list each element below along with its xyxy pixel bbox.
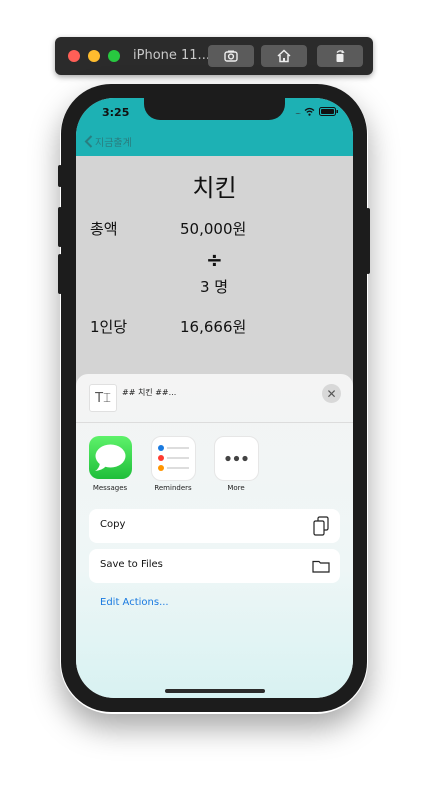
share-app-reminders-label: Reminders [154, 484, 192, 492]
rotate-icon [336, 50, 345, 62]
copy-icon [313, 516, 329, 536]
rotate-button[interactable] [317, 45, 363, 67]
close-window-button[interactable] [68, 50, 80, 62]
battery-icon [319, 107, 338, 116]
reminders-icon [158, 445, 189, 471]
share-app-more-label: More [227, 484, 245, 492]
close-share-sheet-button[interactable]: ✕ [322, 384, 341, 403]
simulator-title: iPhone 11... [133, 48, 210, 63]
home-icon [277, 49, 291, 63]
share-sheet-header: T⌶ ## 치킨 ##... ✕ [76, 374, 353, 423]
screenshot-button[interactable] [208, 45, 254, 67]
divide-symbol: ÷ [206, 248, 223, 272]
status-icons: .... [295, 107, 339, 116]
home-indicator[interactable] [165, 689, 265, 693]
back-button[interactable]: 지금출계 [84, 134, 132, 149]
text-document-icon: T⌶ [89, 384, 117, 412]
close-icon: ✕ [326, 386, 337, 401]
edit-actions-link[interactable]: Edit Actions... [100, 597, 169, 608]
share-sheet: T⌶ ## 치킨 ##... ✕ Messages Reminders More… [76, 374, 353, 698]
total-label: 총액 [90, 220, 118, 238]
people-count: 3 명 [200, 278, 229, 296]
share-app-messages[interactable] [89, 436, 132, 479]
copy-action-label: Copy [100, 519, 126, 530]
share-app-reminders[interactable] [151, 436, 196, 481]
zoom-window-button[interactable] [108, 50, 120, 62]
back-label: 지금출계 [95, 138, 132, 149]
share-app-messages-label: Messages [92, 484, 128, 492]
per-person-label: 1인당 [90, 318, 128, 336]
item-title: 치킨 [192, 174, 237, 202]
screenshot-icon [224, 50, 238, 62]
navigation-bar: 지금출계 [76, 128, 353, 156]
total-value: 50,000원 [180, 220, 247, 238]
folder-icon [312, 560, 330, 573]
signal-icon: .... [295, 107, 301, 116]
result-content: 치킨 총액 50,000원 ÷ 3 명 1인당 16,666원 [76, 156, 353, 376]
volume-down-button [58, 254, 62, 294]
more-icon [225, 455, 248, 462]
home-button[interactable] [261, 45, 307, 67]
save-to-files-action[interactable]: Save to Files [89, 549, 340, 583]
chevron-left-icon [84, 135, 93, 148]
save-to-files-label: Save to Files [100, 559, 163, 570]
per-person-value: 16,666원 [180, 318, 247, 336]
shared-text-preview: ## 치킨 ##... [122, 388, 177, 397]
notch [144, 98, 285, 120]
wifi-icon [304, 107, 315, 116]
messages-icon [95, 444, 126, 471]
power-button [366, 208, 370, 274]
volume-up-button [58, 207, 62, 247]
share-app-more[interactable] [214, 436, 259, 481]
mute-switch [58, 165, 62, 187]
phone-screen: 3:25 .... 지금출계 치킨 총액 50,000원 ÷ 3 명 1인당 1… [76, 98, 353, 698]
simulator-toolbar: iPhone 11... [55, 37, 373, 75]
status-time: 3:25 [102, 106, 130, 119]
minimize-window-button[interactable] [88, 50, 100, 62]
copy-action[interactable]: Copy [89, 509, 340, 543]
